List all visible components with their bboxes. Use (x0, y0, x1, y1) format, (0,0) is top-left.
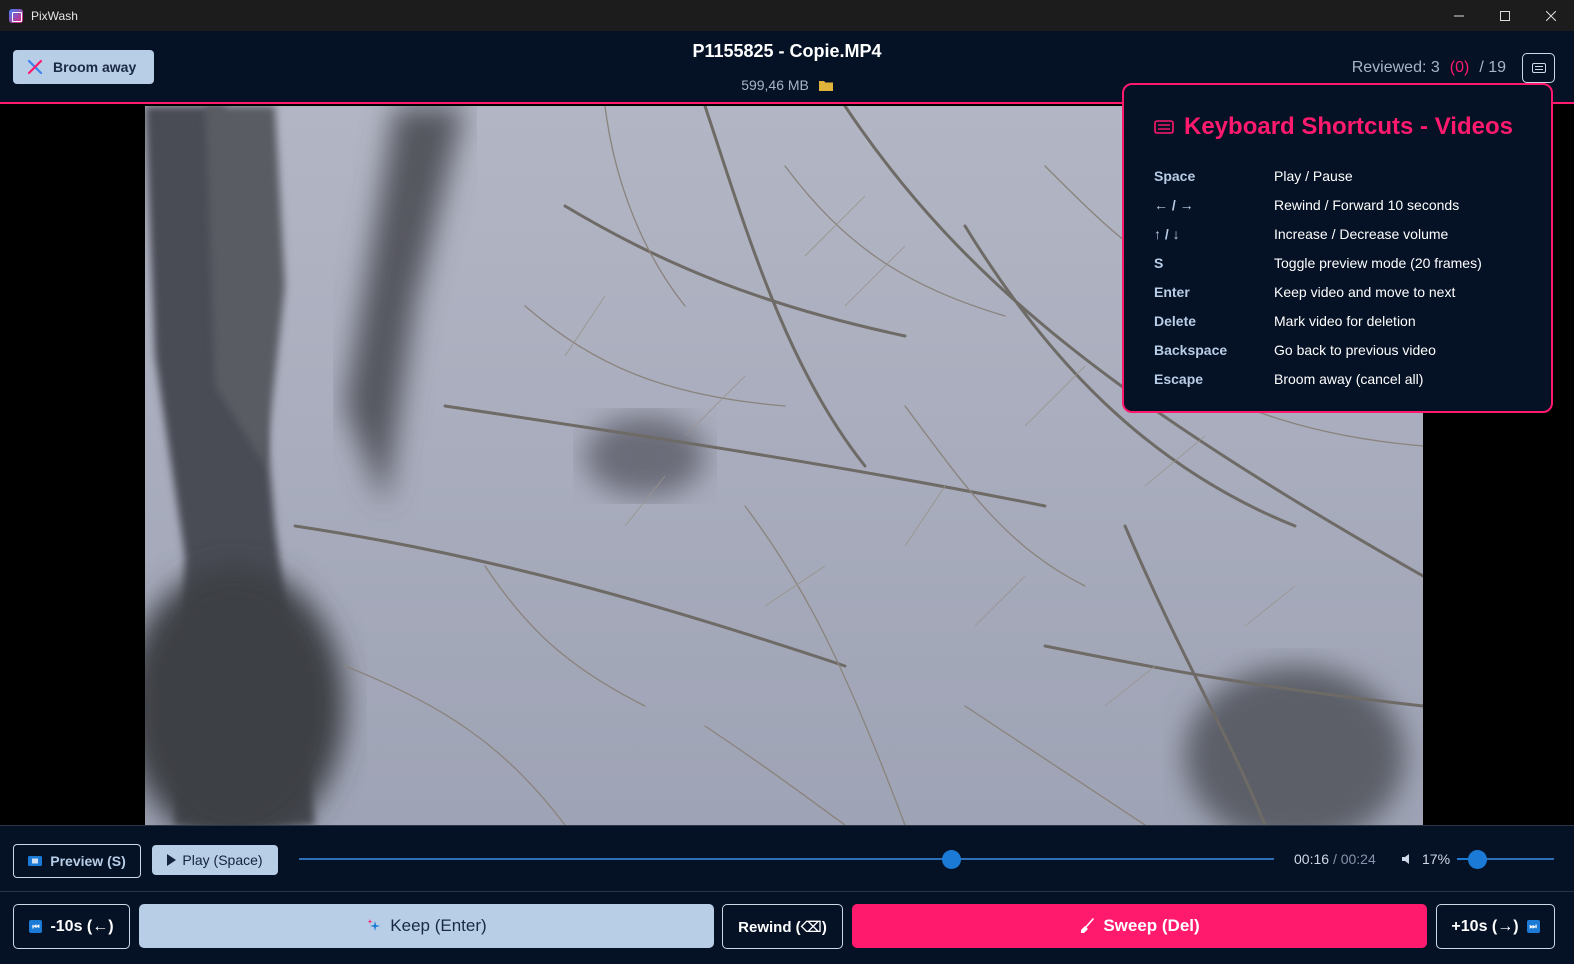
rewind-10s-label: -10s (←) (50, 917, 114, 935)
volume-handle[interactable] (1468, 850, 1487, 869)
total-time: / 00:24 (1332, 851, 1376, 867)
total-count: / 19 (1479, 59, 1506, 76)
app-logo-icon (9, 8, 23, 23)
preview-label: Preview (S) (50, 853, 126, 869)
sweep-label: Sweep (Del) (1103, 916, 1200, 935)
shortcuts-title: Keyboard Shortcuts - Videos (1184, 113, 1513, 140)
close-button[interactable] (1528, 0, 1574, 31)
broom-icon (1081, 918, 1095, 933)
shortcut-desc: Increase / Decrease volume (1274, 225, 1449, 242)
shortcut-row: Delete Mark video for deletion (1154, 306, 1551, 335)
reviewed-counter: Reviewed: 3 (0) / 19 (1352, 59, 1506, 77)
app-title: PixWash (31, 8, 78, 23)
volume-percent: 17% (1422, 851, 1451, 867)
folder-icon[interactable] (818, 79, 833, 92)
action-bar: ⏮ -10s (←) Keep (Enter) Rewind (⌫) Sweep… (0, 891, 1574, 964)
window-controls (1436, 0, 1574, 31)
keyboard-icon (1154, 120, 1174, 134)
close-icon (1546, 10, 1556, 21)
shortcut-row: Backspace Go back to previous video (1154, 335, 1551, 364)
shortcut-key: Backspace (1154, 341, 1228, 358)
keyboard-shortcuts-panel: Keyboard Shortcuts - Videos Space Play / … (1122, 83, 1553, 413)
shortcut-desc: Rewind / Forward 10 seconds (1274, 196, 1460, 213)
shortcut-desc: Go back to previous video (1274, 341, 1436, 358)
skip-forward-icon: ⏭ (1526, 920, 1540, 933)
rewind-10s-button[interactable]: ⏮ -10s (←) (13, 904, 130, 949)
volume-icon[interactable] (1401, 853, 1413, 865)
skip-back-icon: ⏮ (29, 920, 43, 933)
file-size: 599,46 MB (741, 77, 809, 93)
keyboard-shortcuts-button[interactable] (1522, 53, 1555, 83)
maximize-button[interactable] (1482, 0, 1528, 31)
shortcut-row: Space Play / Pause (1154, 161, 1551, 190)
preview-button[interactable]: Preview (S) (13, 844, 141, 878)
shortcut-row: Enter Keep video and move to next (1154, 277, 1551, 306)
shortcut-desc: Toggle preview mode (20 frames) (1274, 254, 1482, 271)
maximize-icon (1500, 10, 1510, 21)
shortcut-row: Escape Broom away (cancel all) (1154, 364, 1551, 393)
play-button[interactable]: Play (Space) (152, 845, 278, 875)
shortcut-desc: Mark video for deletion (1274, 312, 1416, 329)
seek-bar[interactable] (299, 858, 1274, 860)
shortcut-key: S (1154, 254, 1164, 271)
shortcut-desc: Keep video and move to next (1274, 283, 1456, 300)
shortcuts-title-row: Keyboard Shortcuts - Videos (1154, 113, 1551, 141)
play-icon (167, 854, 177, 866)
film-icon (28, 856, 43, 866)
title-bar: PixWash (0, 0, 1574, 31)
go-back-label: Rewind (⌫) (738, 918, 827, 936)
play-label: Play (Space) (182, 852, 263, 868)
reviewed-count: Reviewed: 3 (1351, 59, 1440, 76)
shortcut-key: ↑ / ↓ (1154, 225, 1180, 242)
shortcut-key: Delete (1154, 312, 1197, 329)
seek-handle[interactable] (942, 850, 961, 869)
current-time: 00:16 (1294, 851, 1330, 867)
shortcut-key: Enter (1154, 283, 1190, 300)
minimize-button[interactable] (1436, 0, 1482, 31)
shortcut-row: ↑ / ↓ Increase / Decrease volume (1154, 219, 1551, 248)
shortcut-key: Escape (1154, 370, 1204, 387)
shortcut-desc: Play / Pause (1274, 167, 1353, 184)
shortcut-row: S Toggle preview mode (20 frames) (1154, 248, 1551, 277)
sparkle-icon (367, 919, 381, 931)
go-back-button[interactable]: Rewind (⌫) (722, 904, 843, 949)
time-display: 00:16 / 00:24 (1294, 851, 1376, 867)
sweep-button[interactable]: Sweep (Del) (852, 904, 1427, 948)
marked-count: (0) (1449, 59, 1470, 76)
keyboard-icon (1531, 63, 1546, 73)
minimize-icon (1454, 15, 1464, 16)
shortcut-desc: Broom away (cancel all) (1274, 370, 1424, 387)
shortcut-row: ← / → Rewind / Forward 10 seconds (1154, 190, 1551, 219)
forward-10s-button[interactable]: +10s (→) ⏭ (1436, 904, 1555, 949)
forward-10s-label: +10s (→) (1451, 917, 1519, 935)
keep-label: Keep (Enter) (390, 916, 487, 935)
file-name: P1155825 - Copie.MP4 (692, 41, 882, 61)
shortcuts-list: Space Play / Pause ← / → Rewind / Forward … (1154, 161, 1551, 393)
shortcut-key: ← / → (1154, 196, 1194, 213)
shortcut-key: Space (1154, 167, 1196, 184)
playback-controls: Preview (S) Play (Space) 00:16 / 00:24 1… (0, 825, 1574, 891)
keep-button[interactable]: Keep (Enter) (139, 904, 714, 948)
